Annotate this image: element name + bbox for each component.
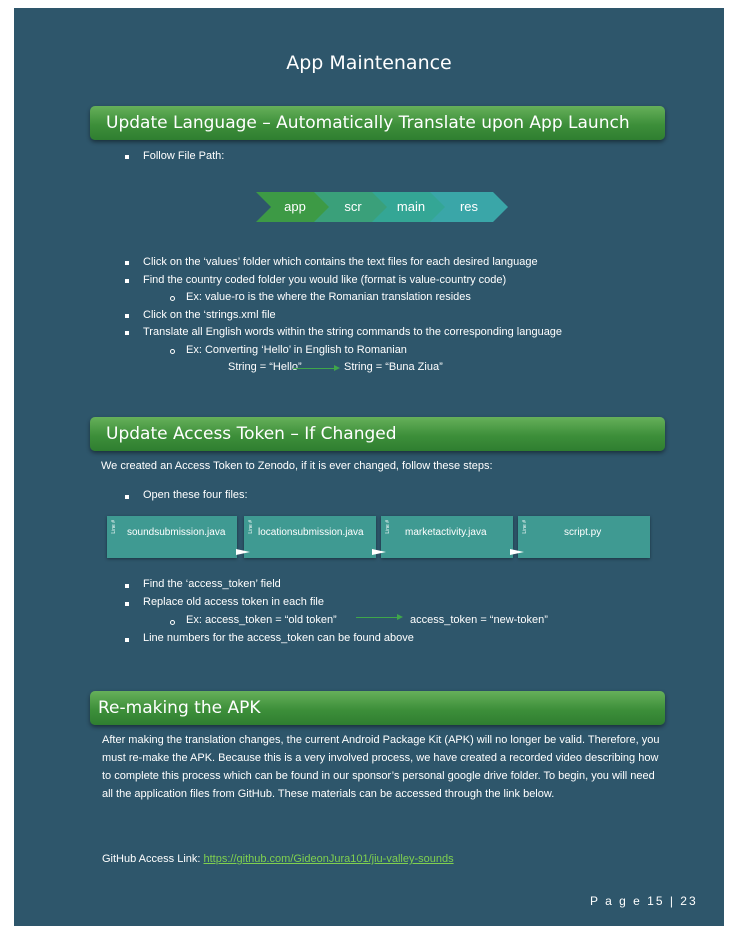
bullet-icon	[125, 261, 129, 265]
bullet-icon	[125, 155, 129, 159]
section-heading-update-language: Update Language – Automatically Translat…	[90, 106, 665, 140]
bullet-text: Click on the ‘values’ folder which conta…	[143, 256, 538, 268]
apk-paragraph: After making the translation changes, th…	[102, 734, 660, 800]
sub-bullet-text: Ex: value-ro is the where the Romanian t…	[186, 291, 471, 303]
line-number-label: Line #	[522, 520, 528, 534]
github-link-label: GitHub Access Link:	[102, 853, 201, 865]
bullet-text: Translate all English words within the s…	[143, 326, 563, 338]
sub-bullet-text: Ex: Converting ‘Hello’ in English to Rom…	[186, 344, 407, 356]
sub-bullet-icon	[170, 296, 175, 301]
file-box-script: Line # script.py	[518, 516, 650, 558]
sub-bullet-text: Ex: access_token = “old token”	[186, 614, 337, 626]
arrow-icon	[356, 614, 403, 620]
file-name: soundsubmission.java	[127, 527, 226, 538]
path-step-label: scr	[344, 199, 362, 214]
line-number-label: Line #	[248, 520, 254, 534]
file-box-marketactivity: Line # marketactivity.java	[381, 516, 513, 558]
line-number-label: Line #	[111, 520, 117, 534]
file-box-locationsubmission: Line # locationsubmission.java	[244, 516, 376, 558]
bullet-text: Find the ‘access_token’ field	[143, 578, 281, 590]
bullet-icon	[125, 279, 129, 283]
line-number-label: Line #	[385, 520, 391, 534]
open-files-text: Open these four files:	[143, 489, 248, 501]
path-step-label: app	[284, 199, 306, 214]
bullet-text: Find the country coded folder you would …	[143, 274, 507, 286]
file-box-soundsubmission: Line # soundsubmission.java	[107, 516, 237, 558]
bullet-icon	[125, 584, 129, 588]
sub-bullet-result: access_token = “new-token”	[410, 614, 548, 626]
page-number: P a g e 15 | 23	[590, 894, 698, 908]
string-example-to: String = “Buna Ziua”	[344, 361, 443, 373]
sub-bullet-icon	[170, 349, 175, 354]
path-step-label: res	[459, 199, 479, 214]
connector-arrow-icon	[236, 549, 250, 555]
bullet-icon	[125, 331, 129, 335]
string-example-from: String = “Hello”	[228, 361, 302, 373]
arrow-icon	[293, 365, 340, 371]
section-heading-remaking-apk: Re-making the APK	[90, 691, 665, 725]
path-step-label: main	[396, 199, 426, 214]
sub-bullet-icon	[170, 620, 175, 625]
bullet-icon	[125, 495, 129, 499]
path-step-res: res	[430, 192, 508, 222]
bullet-text: Replace old access token in each file	[143, 596, 324, 608]
file-name: marketactivity.java	[405, 527, 487, 538]
page-title: App Maintenance	[286, 52, 452, 74]
bullet-text: Click on the ‘strings.xml file	[143, 309, 276, 321]
bullet-icon	[125, 602, 129, 606]
github-link[interactable]: https://github.com/GideonJura101/jiu-val…	[204, 853, 454, 865]
bullet-icon	[125, 638, 129, 642]
connector-arrow-icon	[510, 549, 524, 555]
github-link-row: GitHub Access Link: https://github.com/G…	[102, 853, 454, 865]
access-token-intro: We created an Access Token to Zenodo, if…	[101, 460, 493, 472]
bullet-text: Line numbers for the access_token can be…	[143, 632, 414, 644]
file-name: locationsubmission.java	[258, 527, 364, 538]
connector-arrow-icon	[372, 549, 386, 555]
file-name: script.py	[564, 527, 602, 538]
follow-file-path-text: Follow File Path:	[143, 150, 225, 162]
bullet-icon	[125, 314, 129, 318]
section-heading-access-token: Update Access Token – If Changed	[90, 417, 665, 451]
